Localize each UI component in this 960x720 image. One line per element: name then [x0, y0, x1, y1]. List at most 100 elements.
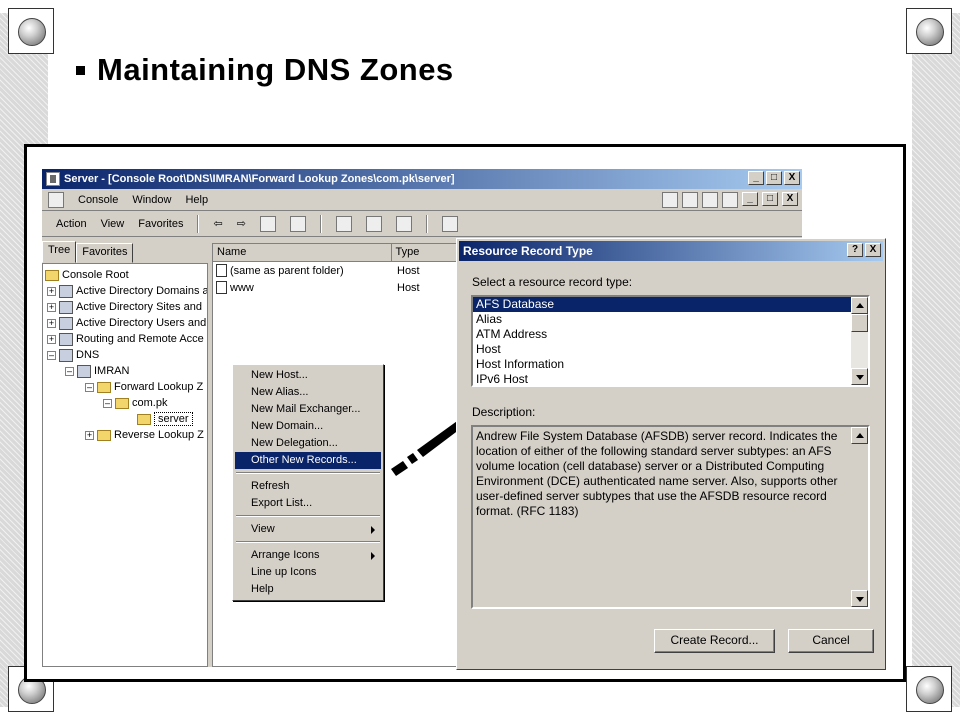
collapse-icon[interactable]: – [103, 398, 112, 408]
save-icon[interactable] [702, 192, 718, 208]
description-text: Andrew File System Database (AFSDB) serv… [476, 429, 838, 518]
tree-item-ad-sites[interactable]: + Active Directory Sites and [47, 299, 202, 315]
child-close-button[interactable]: X [782, 192, 798, 206]
help-icon[interactable] [441, 215, 458, 232]
collapse-icon[interactable]: – [65, 366, 74, 376]
table-row[interactable]: www Host [213, 279, 465, 296]
menu-item-help[interactable]: Help [235, 581, 381, 598]
menu-item-new-host[interactable]: New Host... [235, 367, 381, 384]
cancel-button[interactable]: Cancel [788, 629, 874, 653]
menu-item-new-delegation[interactable]: New Delegation... [235, 435, 381, 452]
scroll-up-icon[interactable] [851, 297, 868, 314]
corner-rivet-icon [8, 8, 54, 54]
tree-item-compk[interactable]: – com.pk [103, 395, 167, 411]
list-item-alias[interactable]: Alias [473, 312, 868, 327]
up-folder-icon[interactable] [259, 215, 276, 232]
tree-item-reverse-lookup[interactable]: + Reverse Lookup Z [85, 427, 204, 443]
tree-item-dns[interactable]: – DNS [47, 347, 99, 363]
scroll-thumb[interactable] [851, 314, 868, 332]
tree-item-server[interactable]: server [137, 411, 193, 427]
show-hide-tree-icon[interactable] [289, 215, 306, 232]
record-type-listbox[interactable]: AFS Database Alias ATM Address Host Host… [471, 295, 870, 387]
corner-rivet-icon [906, 8, 952, 54]
dialog-close-button[interactable]: X [865, 243, 881, 257]
expand-icon[interactable]: + [47, 286, 56, 296]
sites-icon [59, 300, 73, 314]
menu-help[interactable]: Help [185, 194, 208, 206]
listbox-scrollbar[interactable] [851, 297, 868, 385]
menu-item-new-mail-exchanger[interactable]: New Mail Exchanger... [235, 401, 381, 418]
tree-item-routing[interactable]: + Routing and Remote Acce [47, 331, 204, 347]
dialog-titlebar: Resource Record Type ? X [459, 241, 883, 261]
delete-icon[interactable] [335, 215, 352, 232]
folder-icon [45, 269, 59, 281]
open-icon[interactable] [682, 192, 698, 208]
description-box: Andrew File System Database (AFSDB) serv… [471, 425, 870, 609]
tree-item-ad-users[interactable]: + Active Directory Users and [47, 315, 206, 331]
menu-console[interactable]: Console [78, 194, 118, 206]
tree-item-ad-domains[interactable]: + Active Directory Domains a [47, 283, 207, 299]
folder-icon [97, 381, 111, 393]
menu-window[interactable]: Window [132, 194, 171, 206]
menu-favorites[interactable]: Favorites [138, 218, 183, 230]
menu-item-export-list[interactable]: Export List... [235, 495, 381, 512]
dialog-help-button[interactable]: ? [847, 243, 863, 257]
menu-action[interactable]: Action [56, 218, 87, 230]
close-button[interactable]: X [784, 171, 800, 185]
tab-tree[interactable]: Tree [42, 241, 77, 263]
column-header-type[interactable]: Type [392, 244, 465, 261]
users-icon [59, 316, 73, 330]
back-icon[interactable]: ⇦ [213, 217, 222, 230]
menu-separator [236, 515, 380, 517]
mmc-menubar: Console Window Help _ □ X [42, 189, 802, 211]
maximize-button[interactable]: □ [766, 171, 782, 185]
domains-icon [59, 284, 73, 298]
tree-tabs: Tree Favorites [42, 241, 134, 263]
scroll-down-icon[interactable] [851, 368, 868, 385]
child-restore-button[interactable]: □ [762, 192, 778, 206]
zone-folder-icon [115, 397, 129, 409]
menu-item-arrange-icons[interactable]: Arrange Icons [235, 547, 381, 564]
collapse-icon[interactable]: – [47, 350, 56, 360]
select-type-label: Select a resource record type: [472, 275, 633, 289]
list-item-ipv6-host[interactable]: IPv6 Host [473, 372, 868, 385]
folder-icon [137, 413, 151, 425]
square-bullet-icon [76, 65, 85, 75]
folder-icon [97, 429, 111, 441]
menu-separator [236, 541, 380, 543]
menu-item-view[interactable]: View [235, 521, 381, 538]
menu-item-new-alias[interactable]: New Alias... [235, 384, 381, 401]
menu-item-other-new-records[interactable]: Other New Records... [235, 452, 381, 469]
new-icon[interactable] [662, 192, 678, 208]
menu-item-refresh[interactable]: Refresh [235, 478, 381, 495]
tab-favorites[interactable]: Favorites [76, 243, 134, 263]
forward-icon[interactable]: ⇨ [237, 217, 246, 230]
list-item-atm-address[interactable]: ATM Address [473, 327, 868, 342]
export-list-icon[interactable] [395, 215, 412, 232]
tree-item-forward-lookup[interactable]: – Forward Lookup Z [85, 379, 203, 395]
expand-icon[interactable]: + [47, 318, 56, 328]
list-item-host[interactable]: Host [473, 342, 868, 357]
tree-item-imran[interactable]: – IMRAN [65, 363, 129, 379]
refresh-icon[interactable] [365, 215, 382, 232]
expand-icon[interactable]: + [47, 334, 56, 344]
expand-icon[interactable]: + [47, 302, 56, 312]
column-header-name[interactable]: Name [213, 244, 392, 261]
menu-view[interactable]: View [101, 218, 125, 230]
collapse-icon[interactable]: – [85, 382, 94, 392]
routing-icon [59, 332, 73, 346]
minimize-button[interactable]: _ [748, 171, 764, 185]
child-minimize-button[interactable]: _ [742, 192, 758, 206]
list-item-afs-database[interactable]: AFS Database [473, 297, 868, 312]
record-icon [216, 264, 227, 277]
expand-icon[interactable]: + [85, 430, 94, 440]
toolbar-separator [425, 214, 428, 233]
list-item-host-information[interactable]: Host Information [473, 357, 868, 372]
tree-item-console-root[interactable]: Console Root [45, 267, 129, 283]
menu-item-new-domain[interactable]: New Domain... [235, 418, 381, 435]
menu-item-line-up-icons[interactable]: Line up Icons [235, 564, 381, 581]
table-row[interactable]: (same as parent folder) Host [213, 262, 465, 279]
resource-record-type-dialog: Resource Record Type ? X Select a resour… [456, 238, 886, 670]
create-record-button[interactable]: Create Record... [654, 629, 775, 653]
console-tree-icon[interactable] [722, 192, 738, 208]
